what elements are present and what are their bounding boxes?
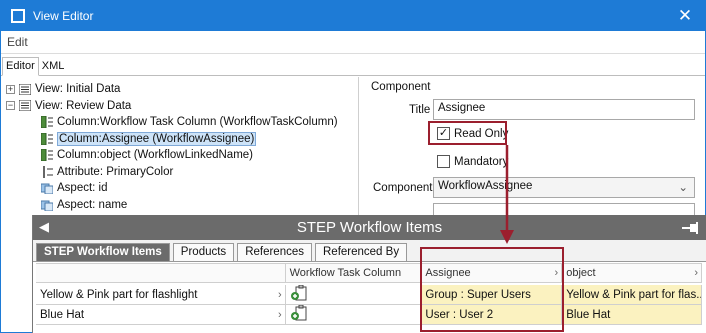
assignee-column-highlight-box: [420, 247, 564, 332]
callout-arrow: [500, 145, 514, 244]
